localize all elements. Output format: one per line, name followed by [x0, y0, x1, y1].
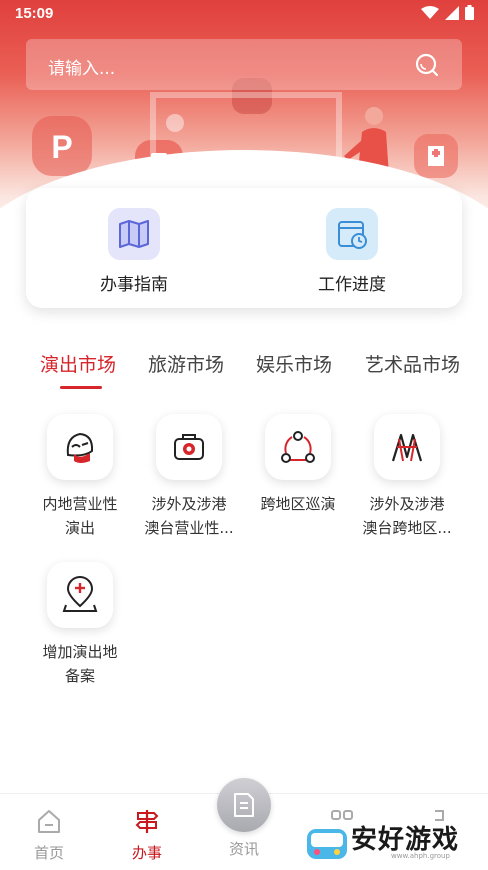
service-label-line1: 涉外及涉港 — [151, 495, 227, 513]
nav-services[interactable]: 办事 — [98, 808, 196, 863]
signal-icon — [445, 5, 459, 20]
service-label-line2: 澳台营业性... — [144, 519, 234, 537]
watermark-logo: 安好游戏 www.ahph.group — [305, 815, 485, 869]
service-label-line1: 涉外及涉港 — [369, 495, 445, 513]
quick-action-guide[interactable]: 办事指南 — [54, 208, 214, 295]
tab-entertainment-market[interactable]: 娱乐市场 — [256, 350, 332, 377]
search-bar[interactable]: 请输入... — [26, 39, 462, 90]
schedule-icon — [326, 208, 378, 260]
hospital-icon — [414, 134, 458, 178]
gamepad-icon — [307, 829, 347, 859]
service-item[interactable]: 增加演出地 备案 — [25, 562, 135, 688]
service-label-line2: 澳台跨地区... — [362, 519, 452, 537]
watermark-title: 安好游戏 — [351, 825, 460, 855]
quick-action-label: 工作进度 — [318, 275, 386, 295]
service-item[interactable]: 内地营业性 演出 — [25, 414, 135, 540]
status-time: 15:09 — [15, 5, 54, 22]
dot-decoration — [166, 114, 184, 132]
map-icon — [108, 208, 160, 260]
service-item[interactable]: 跨地区巡演 — [243, 414, 353, 516]
news-icon — [234, 793, 254, 817]
quick-action-label: 办事指南 — [100, 275, 168, 295]
search-input[interactable]: 请输入... — [48, 54, 115, 79]
service-item[interactable]: 涉外及涉港澳台营业性... — [134, 414, 244, 540]
service-label-line1: 跨地区巡演 — [260, 495, 336, 513]
nav-label: 首页 — [33, 844, 64, 862]
news-center-button[interactable] — [217, 778, 271, 832]
service-label-line2: 演出 — [64, 519, 95, 537]
service-item[interactable]: 涉外及涉港澳台跨地区... — [352, 414, 462, 540]
nav-label: 办事 — [131, 844, 162, 862]
nav-home[interactable]: 首页 — [0, 808, 98, 863]
service-label-line2: 备案 — [64, 667, 95, 685]
tab-performance-market[interactable]: 演出市场 — [40, 350, 116, 377]
watermark-subtitle: www.ahph.group — [391, 852, 450, 860]
tab-tourism-market[interactable]: 旅游市场 — [148, 350, 224, 377]
quick-action-progress[interactable]: 工作进度 — [272, 208, 432, 295]
service-label-line1: 增加演出地 — [42, 643, 118, 661]
signpost-icon — [135, 810, 159, 833]
active-tab-indicator — [60, 386, 102, 389]
parking-icon: P — [32, 116, 92, 176]
home-icon — [38, 810, 60, 833]
quick-actions-card: 办事指南 工作进度 — [26, 188, 462, 308]
tab-art-market[interactable]: 艺术品市场 — [365, 350, 460, 377]
stage-icon — [374, 414, 440, 480]
search-icon[interactable] — [414, 52, 440, 78]
market-tabs: 演出市场 旅游市场 娱乐市场 艺术品市场 — [40, 350, 488, 395]
battery-icon — [465, 5, 474, 20]
nav-label: 资讯 — [228, 840, 259, 858]
svg-text:P: P — [51, 129, 72, 165]
location-add-icon — [47, 562, 113, 628]
briefcase-icon — [156, 414, 222, 480]
status-bar: 15:09 — [0, 0, 488, 28]
service-label-line1: 内地营业性 — [42, 495, 118, 513]
mask-icon — [47, 414, 113, 480]
network-icon — [265, 414, 331, 480]
wifi-icon — [421, 5, 439, 19]
